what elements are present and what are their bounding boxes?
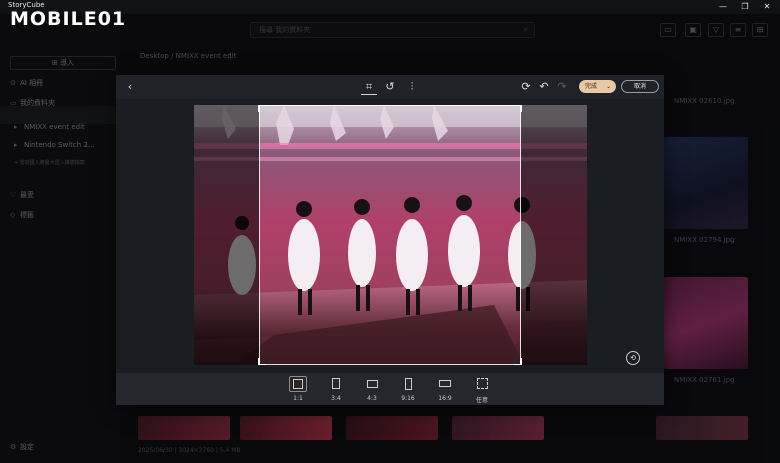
undo-icon[interactable]: ↶ <box>536 79 552 95</box>
photo-editor-dialog: ‹ ⌗ ↺ ⫶ ⟳ ↶ ↷ 完成 ⌄ 取消 ⟲ 1:1 3:4 4:3 9:16… <box>116 75 664 405</box>
crop-mask-left <box>194 105 259 365</box>
ratio-9-16[interactable]: 9:16 <box>396 376 420 403</box>
app-window: StoryCube — ❐ ✕ ⊞ 導入 ⊙ AI 相冊 ▭ 我的資料夾 ▸ NMIX… <box>0 0 780 463</box>
ratio-16-9[interactable]: 16:9 <box>433 376 457 403</box>
ratio-shape-icon <box>404 378 412 390</box>
crop-icon[interactable]: ⌗ <box>361 79 377 95</box>
crop-handle-bottom-left[interactable] <box>258 358 266 365</box>
maximize-button[interactable]: ❐ <box>736 1 754 13</box>
selection-box <box>289 376 307 392</box>
reset-icon[interactable]: ⟳ <box>518 79 534 95</box>
editor-toolbar: ‹ ⌗ ↺ ⫶ ⟳ ↶ ↷ 完成 ⌄ 取消 <box>116 75 664 99</box>
crop-handle-bottom-right[interactable] <box>514 358 522 365</box>
cancel-button[interactable]: 取消 <box>621 80 659 93</box>
freeform-crop-icon <box>476 378 488 389</box>
minimize-button[interactable]: — <box>714 1 732 13</box>
ratio-shape-icon <box>366 380 378 388</box>
ratio-1-1[interactable]: 1:1 <box>286 376 310 403</box>
crop-handle-top-right[interactable] <box>514 105 522 112</box>
back-icon[interactable]: ‹ <box>122 79 138 95</box>
ratio-shape-icon <box>332 378 340 389</box>
ratio-3-4[interactable]: 3:4 <box>324 376 348 403</box>
watermark-logo: MOBILE01 <box>10 8 127 30</box>
rotate-icon[interactable]: ↺ <box>382 79 398 95</box>
adjust-icon[interactable]: ⫶ <box>404 79 420 95</box>
done-button[interactable]: 完成 ⌄ <box>579 80 616 93</box>
close-button[interactable]: ✕ <box>758 1 776 13</box>
crop-mask-right <box>521 105 587 365</box>
edited-photo <box>194 105 587 365</box>
redo-icon[interactable]: ↷ <box>554 79 570 95</box>
ratio-4-3[interactable]: 4:3 <box>360 376 384 403</box>
rotate-icon[interactable]: ⟲ <box>626 351 640 365</box>
ratio-freeform[interactable]: 任意 <box>470 376 494 404</box>
aspect-ratio-bar: 1:1 3:4 4:3 9:16 16:9 任意 <box>116 373 664 405</box>
crop-handle-top-left[interactable] <box>258 105 266 112</box>
crop-canvas: ⟲ <box>116 99 664 373</box>
chevron-down-icon[interactable]: ⌄ <box>606 80 611 93</box>
ratio-shape-icon <box>439 380 451 387</box>
crop-frame[interactable] <box>258 105 522 365</box>
